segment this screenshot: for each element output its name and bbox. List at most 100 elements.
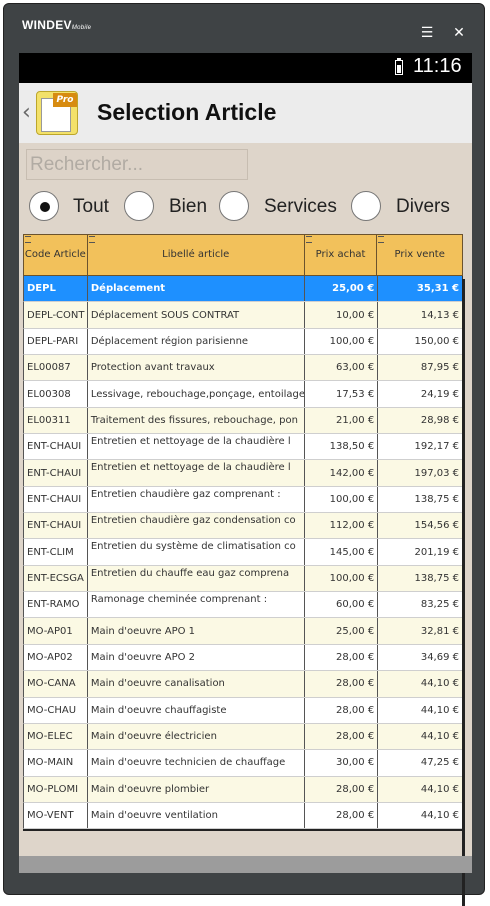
cell-label: Main d'oeuvre APO 1 — [88, 618, 306, 644]
table-row[interactable]: ENT-CLIM Entretien du système de climatis… — [23, 539, 463, 566]
table-row[interactable]: MO-PLOMI Main d'oeuvre plombier 28,00 €44,… — [23, 776, 463, 803]
table-row[interactable]: ENT-CHAUI Entretien chaudière gaz compren… — [23, 486, 463, 514]
cell-code: MO-PLOMI — [24, 776, 88, 802]
table-row[interactable]: MO-CHAU Main d'oeuvre chauffagiste 28,00 €… — [23, 697, 463, 724]
cell-purchase-price: 138,50 € — [305, 434, 379, 460]
cell-code: ENT-CHAUI — [24, 486, 88, 513]
device-frame: WINDEVMobile ☰ ✕ 11:16 ‹ Pro Selection A… — [3, 3, 485, 906]
cell-sale-price: 201,19 € — [378, 539, 463, 565]
cell-code: EL00311 — [24, 407, 88, 434]
cell-sale-price: 87,95 € — [378, 355, 463, 381]
column-header-sale-price[interactable]: Prix vente — [377, 235, 462, 275]
cell-sale-price: 47,25 € — [378, 750, 463, 776]
cell-label: Déplacement région parisienne — [88, 328, 306, 355]
table-row[interactable]: ENT-CHAUI Entretien et nettoyage de la ch… — [23, 434, 463, 461]
cell-purchase-price: 25,00 € — [305, 276, 379, 302]
radio-selected-dot — [40, 202, 50, 212]
table-row[interactable]: ENT-CHAUI Entretien chaudière gaz condens… — [23, 513, 463, 540]
table-scrollbar[interactable] — [462, 279, 465, 906]
table-row[interactable]: DEPL-CONT Déplacement SOUS CONTRAT 10,00 €… — [23, 302, 463, 329]
radio-circle[interactable] — [219, 191, 249, 221]
radio-circle[interactable] — [29, 191, 59, 221]
table-row[interactable]: EL00087 Protection avant travaux 63,00 €87… — [23, 355, 463, 382]
cell-purchase-price: 28,00 € — [305, 697, 379, 723]
radio-label: Divers — [396, 196, 450, 217]
cell-sale-price: 138,75 € — [378, 565, 463, 592]
chevron-left-icon[interactable]: ‹ — [22, 100, 31, 125]
close-icon[interactable]: ✕ — [449, 25, 469, 41]
table-row[interactable]: ENT-RAMO Ramonage cheminée comprenant :60… — [23, 592, 463, 619]
app-icon[interactable]: Pro — [36, 91, 78, 135]
column-header-code[interactable]: Code Article — [24, 235, 88, 275]
cell-sale-price: 35,31 € — [378, 276, 463, 302]
cell-code: DEPL-PARI — [24, 328, 88, 355]
cell-code: ENT-CHAUI — [24, 434, 88, 460]
cell-label: Ramonage cheminée comprenant : — [88, 592, 306, 618]
table-row[interactable]: MO-AP02 Main d'oeuvre APO 2 28,00 €34,69 € — [23, 644, 463, 672]
table-row[interactable]: DEPL-PARI Déplacement région parisienne 10… — [23, 328, 463, 356]
cell-sale-price: 32,81 € — [378, 618, 463, 644]
table-row[interactable]: ENT-ECSGA Entretien du chauffe eau gaz co… — [23, 565, 463, 593]
table-row[interactable]: MO-VENT Main d'oeuvre ventilation 28,00 €4… — [23, 802, 463, 830]
cell-code: MO-AP02 — [24, 644, 88, 671]
table-row[interactable]: DEPL Déplacement 25,00 €35,31 € — [23, 276, 463, 303]
cell-label: Déplacement SOUS CONTRAT — [88, 302, 306, 328]
table-body: DEPL Déplacement 25,00 €35,31 € DEPL-CONT Dé… — [23, 276, 463, 832]
cell-label: Traitement des fissures, rebouchage, pon — [88, 407, 306, 434]
cell-purchase-price: 63,00 € — [305, 355, 379, 381]
cell-purchase-price: 21,00 € — [305, 407, 379, 434]
table-row[interactable]: MO-ELEC Main d'oeuvre électricien 28,00 €4… — [23, 723, 463, 751]
table-row[interactable]: ENT-CHAUI Entretien et nettoyage de la ch… — [23, 460, 463, 487]
cell-label: Entretien du système de climatisation co — [88, 539, 306, 565]
radio-circle[interactable] — [351, 191, 381, 221]
table-header: Code Article Libellé article Prix achat … — [23, 234, 463, 276]
menu-icon[interactable]: ☰ — [417, 25, 437, 41]
cell-label: Entretien chaudière gaz comprenant : — [88, 486, 306, 513]
table-row[interactable]: MO-CANA Main d'oeuvre canalisation 28,00 €… — [23, 671, 463, 698]
brand-logo: WINDEVMobile — [22, 18, 91, 32]
cell-code: DEPL-CONT — [24, 302, 88, 328]
cell-code: ENT-RAMO — [24, 592, 88, 618]
cell-label: Entretien et nettoyage de la chaudière l — [88, 434, 306, 460]
cell-code: ENT-ECSGA — [24, 565, 88, 592]
table-row[interactable]: EL00311 Traitement des fissures, reboucha… — [23, 407, 463, 435]
status-time: 11:16 — [413, 55, 462, 77]
cell-code: MO-CANA — [24, 671, 88, 697]
brand-suffix: Mobile — [71, 25, 92, 31]
action-bar: ‹ Pro Selection Article — [19, 83, 472, 143]
cell-purchase-price: 10,00 € — [305, 302, 379, 328]
cell-code: DEPL — [24, 276, 88, 302]
cell-sale-price: 34,69 € — [378, 644, 463, 671]
cell-sale-price: 154,56 € — [378, 513, 463, 539]
battery-icon — [395, 58, 403, 75]
cell-sale-price: 197,03 € — [378, 460, 463, 486]
bottom-bar — [19, 856, 472, 873]
radio-circle[interactable] — [124, 191, 154, 221]
cell-label: Protection avant travaux — [88, 355, 306, 381]
table-row[interactable]: MO-AP01 Main d'oeuvre APO 1 25,00 €32,81 € — [23, 618, 463, 645]
cell-sale-price: 28,98 € — [378, 407, 463, 434]
cell-code: ENT-CHAUI — [24, 460, 88, 486]
table-row[interactable]: EL00308 Lessivage, rebouchage,ponçage, en… — [23, 381, 463, 408]
cell-purchase-price: 142,00 € — [305, 460, 379, 486]
search-input[interactable] — [26, 149, 248, 180]
cell-code: MO-CHAU — [24, 697, 88, 723]
cell-label: Entretien et nettoyage de la chaudière l — [88, 460, 306, 486]
column-header-label[interactable]: Libellé article — [88, 235, 305, 275]
cell-purchase-price: 30,00 € — [305, 750, 379, 776]
cell-label: Déplacement — [88, 276, 306, 302]
cell-label: Main d'oeuvre chauffagiste — [88, 697, 306, 723]
cell-label: Main d'oeuvre canalisation — [88, 671, 306, 697]
cell-purchase-price: 17,53 € — [305, 381, 379, 407]
column-header-purchase-price[interactable]: Prix achat — [305, 235, 378, 275]
cell-code: EL00087 — [24, 355, 88, 381]
cell-code: MO-ELEC — [24, 723, 88, 750]
cell-purchase-price: 28,00 € — [305, 802, 379, 829]
cell-label: Main d'oeuvre électricien — [88, 723, 306, 750]
page-title: Selection Article — [97, 99, 277, 125]
cell-purchase-price: 28,00 € — [305, 644, 379, 671]
cell-label: Entretien du chauffe eau gaz comprena — [88, 565, 306, 592]
radio-label: Tout — [73, 196, 109, 217]
cell-sale-price: 44,10 € — [378, 697, 463, 723]
table-row[interactable]: MO-MAIN Main d'oeuvre technicien de chauf… — [23, 750, 463, 777]
